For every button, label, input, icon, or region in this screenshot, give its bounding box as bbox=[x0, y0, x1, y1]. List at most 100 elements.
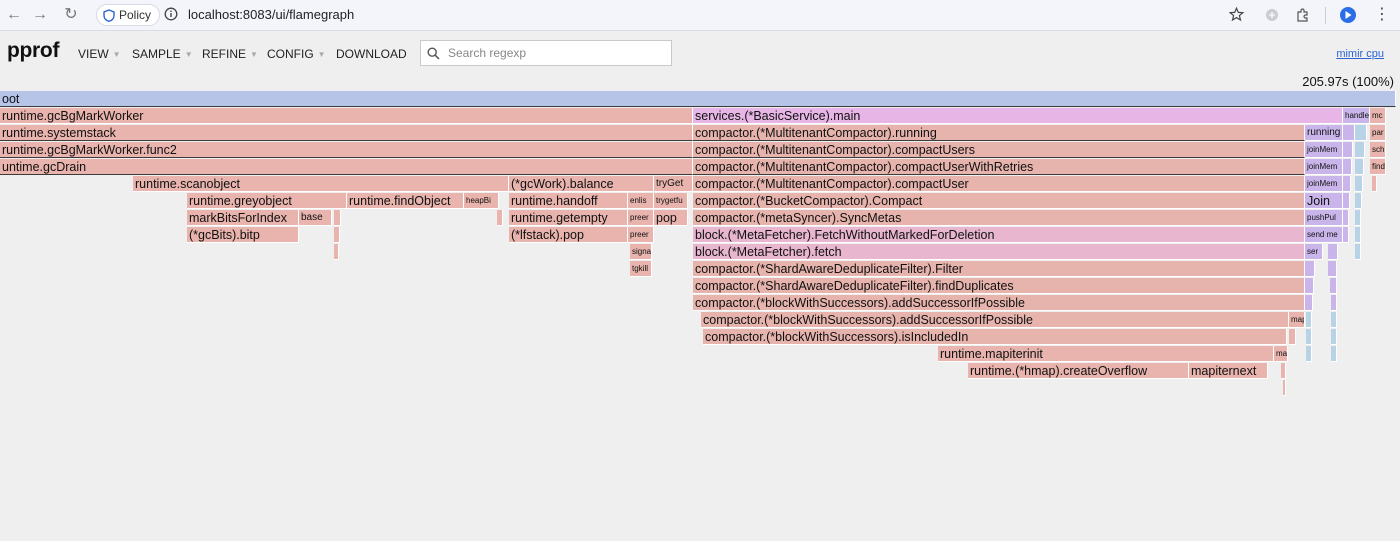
flame-frame[interactable]: compactor.(*MultitenantCompactor).compac… bbox=[693, 142, 1305, 158]
extension-shield-icon[interactable] bbox=[1265, 8, 1279, 22]
flame-frame[interactable] bbox=[1330, 278, 1337, 294]
address-bar-url[interactable]: localhost:8083/ui/flamegraph bbox=[188, 7, 354, 22]
menu-download[interactable]: DOWNLOAD bbox=[336, 47, 407, 61]
flame-frame[interactable]: compactor.(*blockWithSuccessors).addSucc… bbox=[693, 295, 1305, 311]
flame-frame[interactable]: services.(*BasicService).main bbox=[693, 108, 1343, 124]
flame-frame[interactable]: base bbox=[299, 210, 332, 226]
flame-frame[interactable]: oot bbox=[0, 91, 1396, 107]
flame-frame[interactable] bbox=[497, 210, 503, 226]
flame-frame[interactable] bbox=[1306, 329, 1312, 345]
flame-frame[interactable]: signa bbox=[630, 244, 652, 260]
flame-frame[interactable] bbox=[1355, 159, 1364, 175]
flame-frame[interactable]: enlis bbox=[628, 193, 654, 209]
flame-frame[interactable] bbox=[1328, 244, 1338, 260]
bookmark-star-icon[interactable] bbox=[1229, 7, 1244, 22]
flame-frame[interactable]: markBitsForIndex bbox=[187, 210, 299, 226]
flame-frame[interactable] bbox=[1283, 380, 1286, 396]
flame-frame[interactable] bbox=[1343, 176, 1351, 192]
flame-frame[interactable] bbox=[1343, 227, 1349, 243]
flame-frame[interactable]: runtime.systemstack bbox=[0, 125, 693, 141]
flame-frame[interactable] bbox=[1355, 176, 1363, 192]
flame-frame[interactable]: runtime.scanobject bbox=[133, 176, 509, 192]
profile-link[interactable]: mimir cpu bbox=[1336, 48, 1384, 60]
flame-frame[interactable]: mc bbox=[1370, 108, 1386, 124]
flame-frame[interactable]: map bbox=[1289, 312, 1305, 328]
flame-frame[interactable]: runtime.mapiterinit bbox=[938, 346, 1274, 362]
flame-frame[interactable]: runtime.handoff bbox=[509, 193, 628, 209]
flame-frame[interactable]: compactor.(*MultitenantCompactor).compac… bbox=[693, 176, 1305, 192]
flame-frame[interactable]: mapiternext bbox=[1189, 363, 1268, 379]
flame-frame[interactable]: joinMem bbox=[1305, 159, 1343, 175]
flame-frame[interactable] bbox=[334, 227, 340, 243]
flame-frame[interactable] bbox=[1331, 312, 1337, 328]
flame-frame[interactable]: runtime.(*hmap).createOverflow bbox=[968, 363, 1189, 379]
flame-frame[interactable]: trygetfu bbox=[654, 193, 688, 209]
flame-frame[interactable]: compactor.(*ShardAwareDeduplicateFilter)… bbox=[693, 278, 1305, 294]
more-menu-icon[interactable]: ⋮ bbox=[1374, 5, 1390, 25]
flame-frame[interactable]: (*gcBits).bitp bbox=[187, 227, 299, 243]
forward-arrow-icon[interactable]: → bbox=[30, 5, 50, 25]
flame-frame[interactable]: runtime.findObject bbox=[347, 193, 464, 209]
flame-frame[interactable] bbox=[1343, 210, 1349, 226]
flame-frame[interactable]: tryGet bbox=[654, 176, 693, 192]
flame-frame[interactable]: Join bbox=[1305, 193, 1343, 209]
flame-frame[interactable] bbox=[1355, 244, 1361, 260]
flame-frame[interactable] bbox=[1331, 329, 1337, 345]
flame-frame[interactable] bbox=[1305, 295, 1313, 311]
flame-frame[interactable] bbox=[1305, 261, 1315, 277]
flame-frame[interactable] bbox=[1355, 142, 1365, 158]
flame-frame[interactable] bbox=[334, 210, 341, 226]
flame-frame[interactable]: pushPul bbox=[1305, 210, 1343, 226]
flame-frame[interactable] bbox=[1355, 193, 1362, 209]
flame-frame[interactable] bbox=[1331, 346, 1337, 362]
flame-frame[interactable]: (*gcWork).balance bbox=[509, 176, 654, 192]
site-info-icon[interactable] bbox=[164, 7, 178, 21]
extensions-puzzle-icon[interactable] bbox=[1295, 7, 1311, 23]
flame-frame[interactable]: find bbox=[1370, 159, 1386, 175]
search-input[interactable] bbox=[446, 45, 660, 61]
menu-config[interactable]: CONFIG ▼ bbox=[267, 47, 326, 61]
menu-refine[interactable]: REFINE ▼ bbox=[202, 47, 258, 61]
flame-frame[interactable] bbox=[1355, 227, 1361, 243]
search-box[interactable] bbox=[420, 40, 672, 66]
flame-frame[interactable] bbox=[1305, 278, 1314, 294]
reload-icon[interactable]: ↻ bbox=[61, 5, 81, 25]
flame-frame[interactable]: runtime.getempty bbox=[509, 210, 628, 226]
profile-avatar-icon[interactable] bbox=[1339, 6, 1357, 24]
flame-frame[interactable]: runtime.gcBgMarkWorker bbox=[0, 108, 693, 124]
flame-frame[interactable]: heapBi bbox=[464, 193, 499, 209]
flame-frame[interactable]: preer bbox=[628, 210, 654, 226]
flame-frame[interactable]: par bbox=[1370, 125, 1386, 141]
flame-frame[interactable] bbox=[1331, 295, 1337, 311]
flame-frame[interactable] bbox=[334, 244, 339, 260]
flame-frame[interactable]: compactor.(*MultitenantCompactor).compac… bbox=[693, 159, 1305, 175]
flame-frame[interactable] bbox=[1355, 210, 1361, 226]
flame-frame[interactable]: compactor.(*MultitenantCompactor).runnin… bbox=[693, 125, 1305, 141]
flame-frame[interactable]: runtime.gcBgMarkWorker.func2 bbox=[0, 142, 693, 158]
flame-frame[interactable] bbox=[1343, 125, 1355, 141]
flame-frame[interactable]: pop bbox=[654, 210, 688, 226]
flame-frame[interactable] bbox=[1306, 312, 1312, 328]
flame-frame[interactable]: running bbox=[1305, 125, 1343, 141]
flame-frame[interactable]: tgkill bbox=[630, 261, 652, 277]
flame-frame[interactable]: send me bbox=[1305, 227, 1343, 243]
flame-frame[interactable]: untime.gcDrain bbox=[0, 159, 693, 175]
flame-frame[interactable] bbox=[1372, 176, 1377, 192]
flame-frame[interactable]: (*lfstack).pop bbox=[509, 227, 628, 243]
flame-frame[interactable]: joinMem bbox=[1305, 176, 1343, 192]
policy-chip[interactable]: Policy bbox=[96, 4, 161, 26]
flame-frame[interactable] bbox=[1343, 142, 1353, 158]
flame-frame[interactable]: ser bbox=[1305, 244, 1323, 260]
flame-frame[interactable]: compactor.(*blockWithSuccessors).addSucc… bbox=[701, 312, 1289, 328]
flame-frame[interactable]: compactor.(*ShardAwareDeduplicateFilter)… bbox=[693, 261, 1305, 277]
flame-frame[interactable]: compactor.(*metaSyncer).SyncMetas bbox=[693, 210, 1305, 226]
flame-frame[interactable]: block.(*MetaFetcher).FetchWithoutMarkedF… bbox=[693, 227, 1305, 243]
menu-sample[interactable]: SAMPLE ▼ bbox=[132, 47, 193, 61]
flame-frame[interactable]: compactor.(*blockWithSuccessors).isInclu… bbox=[703, 329, 1287, 345]
flame-frame[interactable] bbox=[1289, 329, 1296, 345]
back-arrow-icon[interactable]: ← bbox=[4, 5, 24, 25]
menu-view[interactable]: VIEW ▼ bbox=[78, 47, 121, 61]
flame-frame[interactable]: ma bbox=[1274, 346, 1288, 362]
flame-frame[interactable]: preer bbox=[628, 227, 654, 243]
flame-frame[interactable] bbox=[1355, 125, 1367, 141]
